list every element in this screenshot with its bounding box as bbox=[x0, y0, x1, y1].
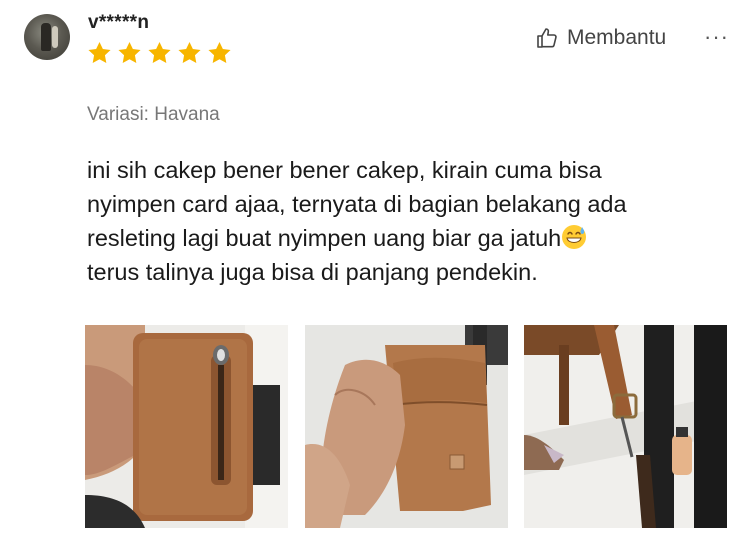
thumbs-up-icon bbox=[537, 28, 557, 48]
review-photo-1[interactable] bbox=[85, 325, 288, 528]
review-text-line: resleting lagi buat nyimpen uang biar ga… bbox=[87, 221, 737, 255]
review-text-line: ini sih cakep bener bener cakep, kirain … bbox=[87, 157, 602, 183]
more-options-icon[interactable]: ··· bbox=[704, 24, 729, 50]
grinning-face-with-sweat-icon bbox=[562, 225, 587, 249]
helpful-label: Membantu bbox=[567, 26, 667, 49]
variant-label: Variasi: Havana bbox=[87, 104, 220, 125]
star-icon bbox=[208, 41, 231, 63]
star-icon bbox=[178, 41, 201, 63]
avatar[interactable] bbox=[24, 14, 70, 60]
username: v*****n bbox=[88, 12, 150, 33]
star-icon bbox=[118, 41, 141, 63]
review-text: ini sih cakep bener bener cakep, kirain … bbox=[87, 153, 737, 289]
star-rating bbox=[86, 40, 233, 66]
review-text-line: nyimpen card ajaa, ternyata di bagian be… bbox=[87, 191, 627, 217]
review-photo-2[interactable] bbox=[305, 325, 508, 528]
star-icon bbox=[88, 41, 111, 63]
star-icon bbox=[148, 41, 171, 63]
review-photo-3[interactable] bbox=[524, 325, 727, 528]
helpful-button[interactable]: Membantu bbox=[535, 26, 666, 50]
review-text-line: terus talinya juga bisa di panjang pende… bbox=[87, 259, 538, 285]
